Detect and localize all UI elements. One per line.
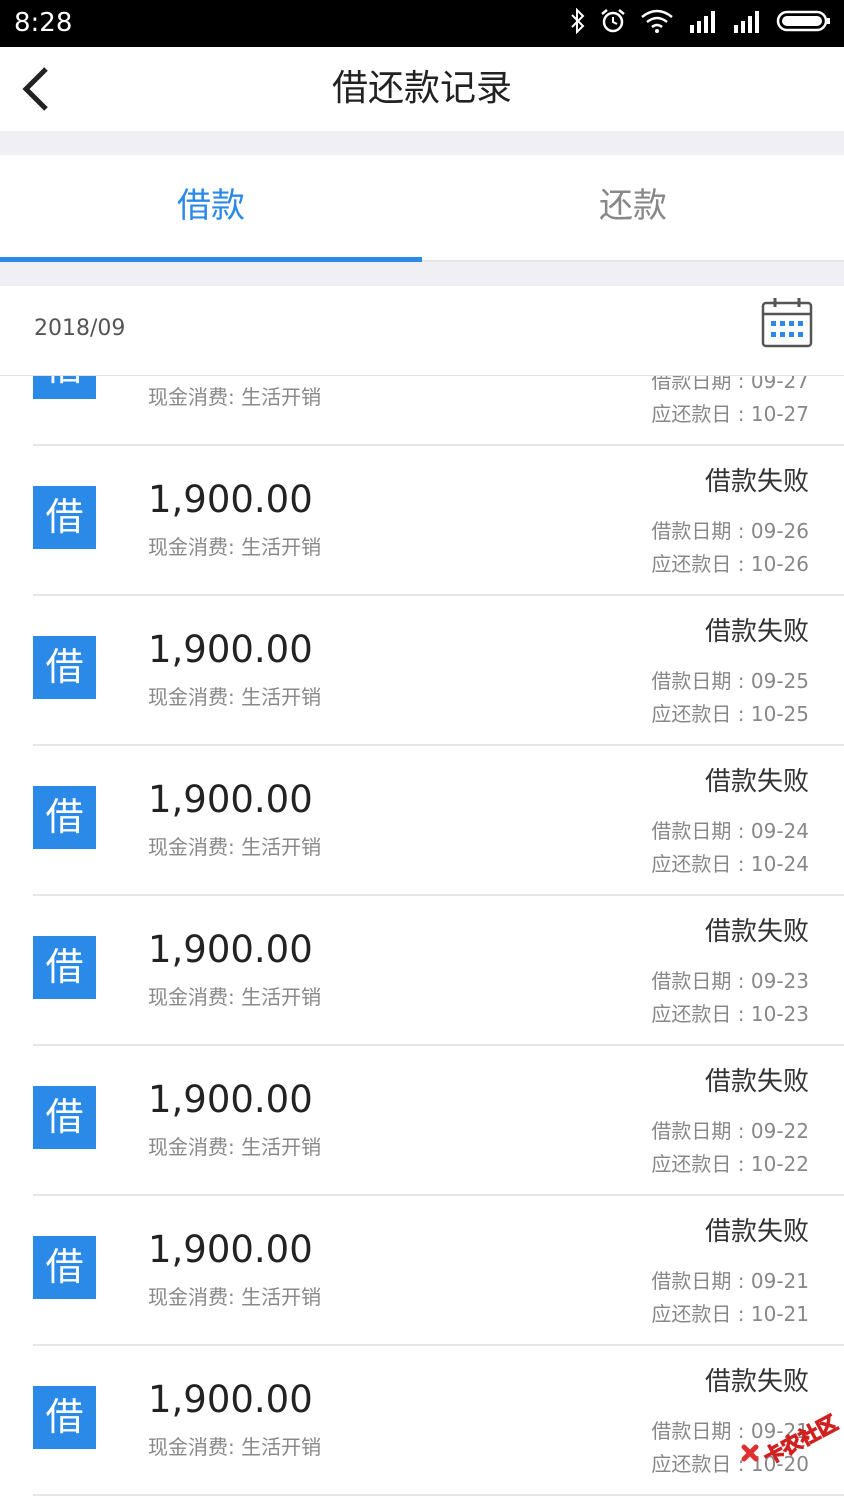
record-description: 现金消费: 生活开销	[148, 1135, 322, 1159]
record-loan-date: 借款日期 : 09-22	[651, 1119, 809, 1143]
record-description: 现金消费: 生活开销	[148, 385, 322, 409]
calendar-icon	[761, 298, 813, 348]
row-divider	[33, 1494, 844, 1496]
borrow-badge: 借	[33, 936, 96, 999]
record-status: 借款失败	[704, 1367, 809, 1397]
borrow-badge: 借	[33, 636, 96, 699]
section-gap	[0, 262, 844, 286]
nav-bar: 借还款记录	[0, 47, 844, 131]
app-screen: 8:28 借还款记录 借款 还款 2018/09 现金消费: 生活开销 借款日期…	[0, 0, 844, 1500]
status-icons	[570, 7, 832, 38]
record-amount: 1,900.00	[148, 778, 313, 821]
record-status: 借款失败	[704, 1217, 809, 1247]
record-row[interactable]: 借 1,900.00 现金消费: 生活开销 借款失败 借款日期 : 09-25 …	[0, 596, 844, 746]
watermark-text: 卡农社区	[760, 1411, 840, 1470]
record-status: 借款失败	[704, 1067, 809, 1097]
calendar-button[interactable]	[760, 296, 814, 350]
alarm-icon	[600, 8, 626, 38]
record-due-date: 应还款日 : 10-21	[651, 1302, 809, 1326]
record-status: 借款失败	[704, 767, 809, 797]
record-loan-date: 借款日期 : 09-23	[651, 969, 809, 993]
record-row[interactable]: 借 1,900.00 现金消费: 生活开销 借款失败 借款日期 : 09-22 …	[0, 1046, 844, 1196]
record-due-date: 应还款日 : 10-27	[651, 402, 809, 426]
record-description: 现金消费: 生活开销	[148, 1285, 322, 1309]
wifi-icon	[640, 8, 674, 38]
borrow-badge: 借	[33, 1236, 96, 1299]
record-loan-date: 借款日期 : 09-25	[651, 669, 809, 693]
record-amount: 1,900.00	[148, 478, 313, 521]
record-due-date: 应还款日 : 10-26	[651, 552, 809, 576]
record-description: 现金消费: 生活开销	[148, 835, 322, 859]
status-bar: 8:28	[0, 0, 844, 47]
record-due-date: 应还款日 : 10-22	[651, 1152, 809, 1176]
record-loan-date: 借款日期 : 09-27	[651, 376, 809, 393]
page-title: 借还款记录	[331, 68, 512, 109]
records-list-content: 借 现金消费: 生活开销 借款日期 : 09-27 应还款日 : 10-27 借…	[0, 376, 844, 1496]
record-description: 现金消费: 生活开销	[148, 685, 322, 709]
record-description: 现金消费: 生活开销	[148, 985, 322, 1009]
battery-icon	[776, 9, 832, 37]
borrow-badge: 借	[33, 1386, 96, 1449]
signal-icon	[688, 9, 718, 37]
record-row[interactable]: 借 1,900.00 现金消费: 生活开销 借款失败 借款日期 : 09-24 …	[0, 746, 844, 896]
status-time: 8:28	[14, 8, 73, 38]
record-amount: 1,900.00	[148, 1378, 313, 1421]
tab-borrow[interactable]: 借款	[0, 155, 422, 260]
borrow-badge: 借	[33, 376, 96, 399]
record-row[interactable]: 借 1,900.00 现金消费: 生活开销 借款失败 借款日期 : 09-23 …	[0, 896, 844, 1046]
record-row[interactable]: 借 现金消费: 生活开销 借款日期 : 09-27 应还款日 : 10-27	[0, 376, 844, 446]
bluetooth-icon	[570, 7, 586, 38]
section-gap	[0, 131, 844, 155]
record-description: 现金消费: 生活开销	[148, 1435, 322, 1459]
record-amount: 1,900.00	[148, 928, 313, 971]
signal-icon	[732, 9, 762, 37]
record-amount: 1,900.00	[148, 1078, 313, 1121]
tab-bar: 借款 还款	[0, 155, 844, 262]
borrow-badge: 借	[33, 786, 96, 849]
record-due-date: 应还款日 : 10-23	[651, 1002, 809, 1026]
borrow-badge: 借	[33, 486, 96, 549]
record-loan-date: 借款日期 : 09-26	[651, 519, 809, 543]
record-description: 现金消费: 生活开销	[148, 535, 322, 559]
community-watermark: 卡农社区	[736, 1403, 842, 1479]
record-due-date: 应还款日 : 10-24	[651, 852, 809, 876]
record-status: 借款失败	[704, 467, 809, 497]
record-amount: 1,900.00	[148, 628, 313, 671]
record-row[interactable]: 借 1,900.00 现金消费: 生活开销 借款失败 借款日期 : 09-21 …	[0, 1346, 844, 1496]
record-status: 借款失败	[704, 917, 809, 947]
month-label: 2018/09	[34, 316, 126, 341]
record-row[interactable]: 借 1,900.00 现金消费: 生活开销 借款失败 借款日期 : 09-21 …	[0, 1196, 844, 1346]
record-loan-date: 借款日期 : 09-24	[651, 819, 809, 843]
record-row[interactable]: 借 1,900.00 现金消费: 生活开销 借款失败 借款日期 : 09-26 …	[0, 446, 844, 596]
record-status: 借款失败	[704, 617, 809, 647]
tab-repay[interactable]: 还款	[422, 155, 844, 260]
record-due-date: 应还款日 : 10-25	[651, 702, 809, 726]
borrow-badge: 借	[33, 1086, 96, 1149]
records-list[interactable]: 借 现金消费: 生活开销 借款日期 : 09-27 应还款日 : 10-27 借…	[0, 376, 844, 1500]
record-loan-date: 借款日期 : 09-21	[651, 1269, 809, 1293]
record-amount: 1,900.00	[148, 1228, 313, 1271]
month-header: 2018/09	[0, 286, 844, 376]
